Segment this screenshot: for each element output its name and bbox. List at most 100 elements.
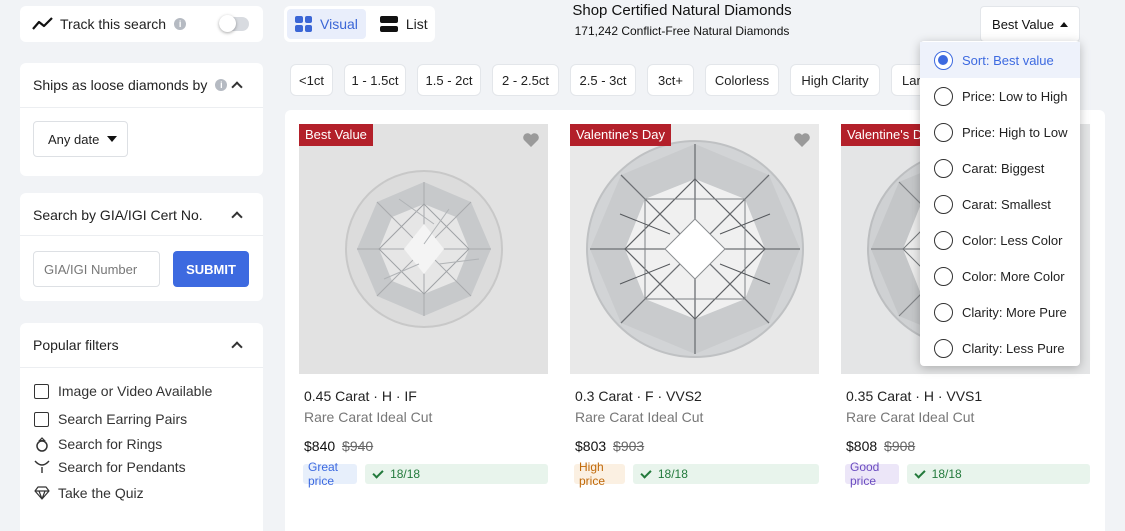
sort-option-price-high-low[interactable]: Price: High to Low <box>920 114 1080 150</box>
filter-chip-3ct-plus[interactable]: 3ct+ <box>647 64 694 96</box>
cert-score-badge: 18/18 <box>365 464 548 484</box>
cert-score: 18/18 <box>931 467 962 481</box>
filter-quiz[interactable]: Take the Quiz <box>34 485 144 501</box>
track-search-toggle[interactable] <box>219 15 249 32</box>
ring-icon <box>36 437 48 452</box>
popular-filters-title: Popular filters <box>33 337 119 353</box>
visual-view-button[interactable]: Visual <box>287 9 366 39</box>
product-cut: Rare Carat Ideal Cut <box>846 409 975 425</box>
filter-rings[interactable]: Search for Rings <box>34 436 162 452</box>
list-view-label: List <box>405 16 428 32</box>
product-price: $808 $908 <box>841 438 1090 454</box>
heart-icon[interactable] <box>522 132 540 148</box>
price-tags: Good price 18/18 <box>841 460 1090 488</box>
original-price: $908 <box>884 438 916 454</box>
radio-icon[interactable] <box>934 86 953 106</box>
checkbox[interactable] <box>34 383 49 399</box>
price-rating-badge: Great price <box>303 460 358 488</box>
deal-badge: Valentine's Day <box>570 124 671 146</box>
sort-option-label: Price: High to Low <box>962 124 1068 140</box>
divider <box>20 367 263 368</box>
sort-option-color-more[interactable]: Color: More Color <box>920 258 1080 294</box>
sort-option-color-less[interactable]: Color: Less Color <box>920 222 1080 258</box>
ships-by-header[interactable]: Ships as loose diamonds by i <box>33 77 228 93</box>
chevron-up-icon[interactable] <box>231 341 243 353</box>
radio-icon[interactable] <box>934 158 953 178</box>
chevron-up-icon[interactable] <box>231 81 243 93</box>
info-icon[interactable]: i <box>174 18 187 30</box>
filter-chip-under-1ct[interactable]: <1ct <box>290 64 333 96</box>
sort-option-price-low-high[interactable]: Price: Low to High <box>920 78 1080 114</box>
product-image[interactable]: Valentine's Day <box>570 124 819 374</box>
cert-score-badge: 18/18 <box>906 464 1090 484</box>
filter-label: Search for Pendants <box>58 459 186 475</box>
filter-image-video[interactable]: Image or Video Available <box>34 383 212 399</box>
current-price: $803 <box>575 438 607 454</box>
cert-submit-button[interactable]: SUBMIT <box>173 251 249 287</box>
chevron-up-icon[interactable] <box>231 211 243 223</box>
sort-option-label: Clarity: More Pure <box>962 304 1067 320</box>
original-price: $940 <box>342 438 374 454</box>
filter-chip-high-clarity[interactable]: High Clarity <box>790 64 880 96</box>
popular-filters-panel: Popular filters Image or Video Available… <box>20 323 263 531</box>
radio-icon[interactable] <box>934 194 953 214</box>
radio-icon[interactable] <box>934 230 953 250</box>
ship-date-value: Any date <box>48 131 100 147</box>
sort-option-clarity-more-pure[interactable]: Clarity: More Pure <box>920 294 1080 330</box>
current-price: $808 <box>846 438 878 454</box>
list-view-button[interactable]: List <box>372 9 436 39</box>
filter-pendants[interactable]: Search for Pendants <box>34 459 186 475</box>
grid-icon <box>295 16 312 32</box>
cert-score: 18/18 <box>657 467 688 481</box>
filter-earring-pairs[interactable]: Search Earring Pairs <box>34 411 187 427</box>
visual-view-label: Visual <box>320 16 358 32</box>
cert-search-header[interactable]: Search by GIA/IGI Cert No. <box>33 207 203 223</box>
price-rating-badge: High price <box>574 460 625 488</box>
check-icon <box>914 466 926 479</box>
heart-icon[interactable] <box>793 132 811 148</box>
track-search-card: Track this search i <box>20 6 263 42</box>
product-card[interactable]: Best Value 0.45 Carat · H · IF Rare Cara… <box>299 124 548 488</box>
sort-label: Best Value <box>992 16 1054 32</box>
cert-score-badge: 18/18 <box>632 464 819 484</box>
radio-icon[interactable] <box>934 266 953 286</box>
filter-chip-colorless[interactable]: Colorless <box>705 64 779 96</box>
product-cut: Rare Carat Ideal Cut <box>575 409 704 425</box>
sort-option-carat-biggest[interactable]: Carat: Biggest <box>920 150 1080 186</box>
ship-date-select[interactable]: Any date <box>33 121 128 157</box>
cert-number-input[interactable] <box>33 251 160 287</box>
check-icon <box>372 466 384 479</box>
radio-icon[interactable] <box>934 338 953 358</box>
radio-icon[interactable] <box>934 122 953 142</box>
info-icon[interactable]: i <box>215 79 228 91</box>
sort-option-label: Carat: Biggest <box>962 160 1045 176</box>
product-card[interactable]: Valentine's Day 0.3 Carat · F · VVS2 Rar… <box>570 124 819 488</box>
radio-selected-icon[interactable] <box>934 50 953 70</box>
product-title[interactable]: 0.3 Carat · F · VVS2 <box>570 388 819 404</box>
popular-filters-header[interactable]: Popular filters <box>33 337 119 353</box>
product-title[interactable]: 0.35 Carat · H · VVS1 <box>841 388 1090 404</box>
filter-chip-1.5-2ct[interactable]: 1.5 - 2ct <box>417 64 481 96</box>
product-image[interactable]: Best Value <box>299 124 548 374</box>
radio-icon[interactable] <box>934 302 953 322</box>
ships-by-title: Ships as loose diamonds by <box>33 77 208 93</box>
sort-button[interactable]: Best Value <box>980 6 1080 42</box>
sort-option-label: Sort: Best value <box>962 52 1054 68</box>
product-title[interactable]: 0.45 Carat · H · IF <box>299 388 548 404</box>
filter-chip-2-2.5ct[interactable]: 2 - 2.5ct <box>492 64 559 96</box>
result-count: 171,242 Conflict-Free Natural Diamonds <box>574 24 790 38</box>
sort-option-carat-smallest[interactable]: Carat: Smallest <box>920 186 1080 222</box>
divider <box>20 235 263 236</box>
filter-chip-2.5-3ct[interactable]: 2.5 - 3ct <box>570 64 636 96</box>
diamond-icon <box>34 486 50 500</box>
price-rating-badge: Good price <box>845 460 899 488</box>
filter-chip-1-1.5ct[interactable]: 1 - 1.5ct <box>344 64 406 96</box>
sort-option-clarity-less-pure[interactable]: Clarity: Less Pure <box>920 330 1080 366</box>
checkbox[interactable] <box>34 411 49 427</box>
caret-up-icon <box>1059 21 1068 27</box>
divider <box>20 107 263 108</box>
diamond-image <box>585 140 804 358</box>
sort-option-best-value[interactable]: Sort: Best value <box>920 42 1080 78</box>
cert-score: 18/18 <box>390 467 421 481</box>
view-switch: Visual List <box>284 6 435 42</box>
